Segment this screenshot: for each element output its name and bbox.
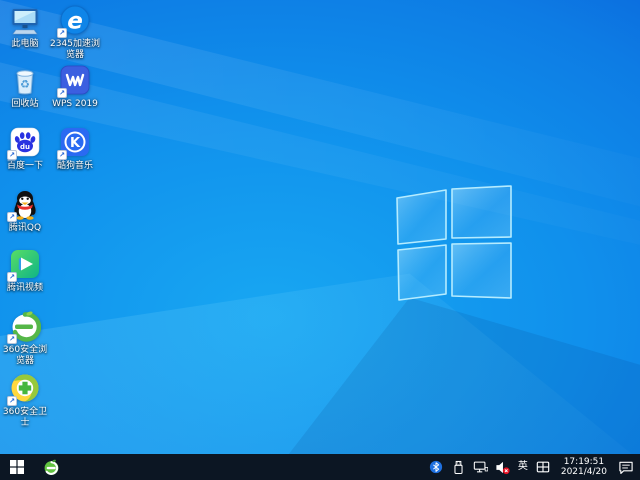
svg-text:e: e: [67, 9, 83, 35]
desktop-icon-wps-2019[interactable]: ↗ WPS 2019: [50, 64, 100, 110]
desktop: 此电脑 e ↗ 2345加速浏览器 ♻ 回收站 ↗ WPS 2019 du ↗ …: [0, 0, 640, 480]
shortcut-arrow-icon: ↗: [7, 150, 17, 160]
kugou-music-icon: K ↗: [57, 126, 91, 160]
shortcut-arrow-icon: ↗: [7, 212, 17, 222]
network-icon[interactable]: [473, 459, 488, 475]
bluetooth-icon[interactable]: [429, 459, 444, 475]
taskbar-empty-area[interactable]: [68, 454, 429, 480]
usb-device-icon[interactable]: [451, 459, 466, 475]
desktop-icon-recycle-bin[interactable]: ♻ 回收站: [0, 64, 50, 110]
start-button[interactable]: [0, 454, 34, 480]
desktop-icon-360-safe[interactable]: ↗ 360安全卫士: [0, 372, 50, 429]
shortcut-arrow-icon: ↗: [57, 88, 67, 98]
shortcut-arrow-icon: ↗: [57, 150, 67, 160]
desktop-icon-label: 酷狗音乐: [56, 161, 93, 171]
desktop-icon-kugou-music[interactable]: K ↗ 酷狗音乐: [50, 126, 100, 172]
desktop-icon-label: 此电脑: [11, 39, 39, 49]
desktop-icon-360-browser[interactable]: ↗ 360安全浏览器: [0, 310, 50, 367]
svg-text:du: du: [20, 143, 30, 151]
desktop-icon-baidu[interactable]: du ↗ 百度一下: [0, 126, 50, 172]
desktop-icon-label: 百度一下: [6, 161, 43, 171]
keyboard-layout-icon[interactable]: [536, 459, 551, 475]
svg-text:K: K: [70, 136, 81, 151]
360-browser-icon: ↗: [7, 310, 41, 344]
this-pc-icon: [9, 4, 41, 36]
taskbar: 英 17:19:51 2021/4/20: [0, 454, 640, 480]
ime-indicator[interactable]: 英: [517, 459, 529, 475]
desktop-icon-label: 腾讯QQ: [8, 223, 42, 233]
360-browser-icon: [44, 459, 58, 475]
desktop-icon-label: 2345加速浏览器: [50, 39, 100, 60]
taskbar-clock[interactable]: 17:19:51 2021/4/20: [558, 454, 610, 480]
desktop-icon-label: 回收站: [11, 99, 39, 109]
action-center-icon[interactable]: [617, 459, 635, 475]
desktop-icon-label: 腾讯视频: [6, 283, 43, 293]
360-browser-taskbar-button[interactable]: [34, 454, 68, 480]
clock-date: 2021/4/20: [560, 467, 607, 477]
shortcut-arrow-icon: ↗: [7, 272, 17, 282]
shortcut-arrow-icon: ↗: [57, 28, 67, 38]
svg-text:♻: ♻: [20, 78, 30, 91]
wps-2019-icon: ↗: [57, 64, 91, 98]
2345-browser-icon: e ↗: [57, 4, 91, 38]
baidu-paw-icon: du ↗: [7, 126, 41, 160]
clock-time: 17:19:51: [563, 457, 605, 467]
qq-penguin-icon: ↗: [7, 188, 41, 222]
desktop-icon-label: 360安全卫士: [2, 407, 48, 428]
desktop-icon-this-pc[interactable]: 此电脑: [0, 4, 50, 50]
windows-start-icon: [10, 460, 24, 474]
system-tray: 英 17:19:51 2021/4/20: [429, 454, 640, 480]
volume-muted-icon[interactable]: [495, 459, 510, 475]
tencent-video-icon: ↗: [7, 248, 41, 282]
windows-logo-icon: [396, 185, 512, 301]
desktop-icon-label: WPS 2019: [52, 99, 98, 109]
shortcut-arrow-icon: ↗: [7, 396, 17, 406]
desktop-icon-tencent-video[interactable]: ↗ 腾讯视频: [0, 248, 50, 294]
360-safe-guard-icon: ↗: [7, 372, 41, 406]
desktop-icon-tencent-qq[interactable]: ↗ 腾讯QQ: [0, 188, 50, 234]
desktop-icon-label: 360安全浏览器: [2, 345, 48, 366]
shortcut-arrow-icon: ↗: [7, 334, 17, 344]
recycle-bin-icon: ♻: [9, 64, 41, 96]
desktop-icon-2345-browser[interactable]: e ↗ 2345加速浏览器: [50, 4, 100, 61]
